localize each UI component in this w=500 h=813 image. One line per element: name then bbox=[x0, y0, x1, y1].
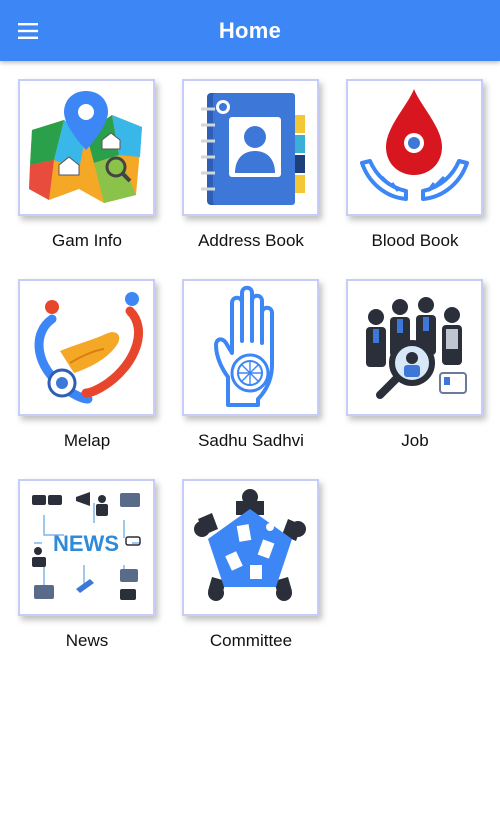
news-icon: NEWS bbox=[18, 479, 155, 616]
menu-button[interactable] bbox=[8, 10, 50, 52]
tile-news[interactable]: NEWS News bbox=[0, 479, 160, 679]
address-book-icon bbox=[182, 79, 319, 216]
page-title: Home bbox=[218, 17, 282, 43]
job-search-icon bbox=[346, 279, 483, 416]
tile-committee[interactable]: Committee bbox=[164, 479, 324, 679]
ahimsa-hand-icon bbox=[182, 279, 319, 416]
tile-sadhu-sadhvi[interactable]: Sadhu Sadhvi bbox=[164, 279, 324, 479]
tile-label: News bbox=[65, 631, 109, 650]
tile-label: Blood Book bbox=[371, 231, 459, 250]
hamburger-menu-icon bbox=[18, 23, 38, 39]
tile-address-book[interactable]: Address Book bbox=[164, 79, 324, 279]
svg-text:NEWS: NEWS bbox=[53, 531, 119, 556]
map-location-icon bbox=[18, 79, 155, 216]
committee-meeting-icon bbox=[182, 479, 319, 616]
tile-melap[interactable]: Melap bbox=[0, 279, 160, 479]
tile-label: Melap bbox=[63, 431, 111, 450]
tile-label: Committee bbox=[209, 631, 293, 650]
app-bar: Home bbox=[0, 0, 500, 61]
tile-blood-book[interactable]: Blood Book bbox=[328, 79, 488, 279]
tile-label: Job bbox=[401, 431, 429, 450]
tile-label: Sadhu Sadhvi bbox=[198, 431, 304, 450]
tile-gam-info[interactable]: Gam Info bbox=[0, 79, 160, 279]
heart-handshake-icon bbox=[18, 279, 155, 416]
tile-label: Address Book bbox=[198, 231, 304, 250]
tile-job[interactable]: Job bbox=[328, 279, 488, 479]
tile-label: Gam Info bbox=[52, 231, 122, 250]
blood-drop-hands-icon bbox=[346, 79, 483, 216]
